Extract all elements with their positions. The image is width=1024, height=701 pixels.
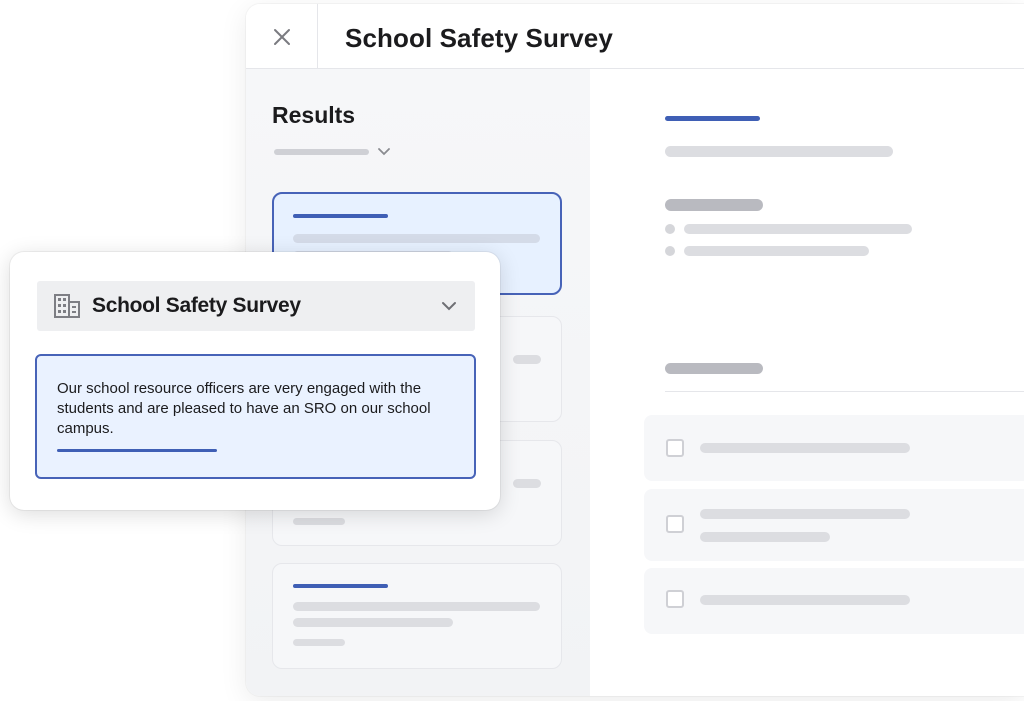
card-line-placeholder <box>293 639 345 646</box>
checkbox[interactable] <box>666 439 684 457</box>
survey-selector[interactable]: School Safety Survey <box>37 281 475 331</box>
divider <box>665 391 1024 392</box>
result-card[interactable] <box>272 563 562 669</box>
close-icon[interactable] <box>273 28 291 46</box>
bullet-line-placeholder <box>684 246 869 256</box>
results-heading: Results <box>272 102 356 128</box>
checklist-row <box>644 568 1024 634</box>
checklist-line-placeholder <box>700 595 910 605</box>
response-accent-bar <box>57 449 217 452</box>
building-icon <box>54 294 80 318</box>
detail-panel <box>590 69 1024 696</box>
card-line-placeholder <box>293 602 540 611</box>
close-button[interactable] <box>246 4 318 69</box>
card-line-placeholder <box>293 518 345 525</box>
selected-response-card[interactable]: Our school resource officers are very en… <box>35 354 476 479</box>
chevron-down-icon <box>442 302 456 311</box>
survey-response-popup: School Safety Survey Our school resource… <box>10 252 500 510</box>
card-line-placeholder <box>293 234 540 243</box>
page-title: School Safety Survey <box>345 23 613 53</box>
results-filter-dropdown[interactable] <box>274 144 394 160</box>
detail-section-heading-placeholder <box>665 363 763 374</box>
detail-title-placeholder <box>665 116 760 121</box>
title-bar: School Safety Survey <box>246 4 1024 69</box>
bullet-dot <box>665 224 675 234</box>
checkbox[interactable] <box>666 590 684 608</box>
checklist-row <box>644 415 1024 481</box>
checkbox[interactable] <box>666 515 684 533</box>
card-title-placeholder <box>293 214 388 218</box>
card-line-placeholder <box>293 618 453 627</box>
filter-value-placeholder <box>274 149 369 155</box>
card-line-placeholder <box>513 479 541 488</box>
card-title-placeholder <box>293 584 388 588</box>
detail-subtitle-placeholder <box>665 146 893 157</box>
checklist-row <box>644 489 1024 561</box>
detail-section-heading-placeholder <box>665 199 763 211</box>
bullet-line-placeholder <box>684 224 912 234</box>
checklist-line-placeholder <box>700 532 830 542</box>
card-line-placeholder <box>513 355 541 364</box>
survey-selector-label: School Safety Survey <box>92 294 301 317</box>
chevron-down-icon <box>378 148 390 156</box>
checklist-line-placeholder <box>700 509 910 519</box>
checklist-line-placeholder <box>700 443 910 453</box>
bullet-dot <box>665 246 675 256</box>
response-text: Our school resource officers are very en… <box>57 380 431 437</box>
